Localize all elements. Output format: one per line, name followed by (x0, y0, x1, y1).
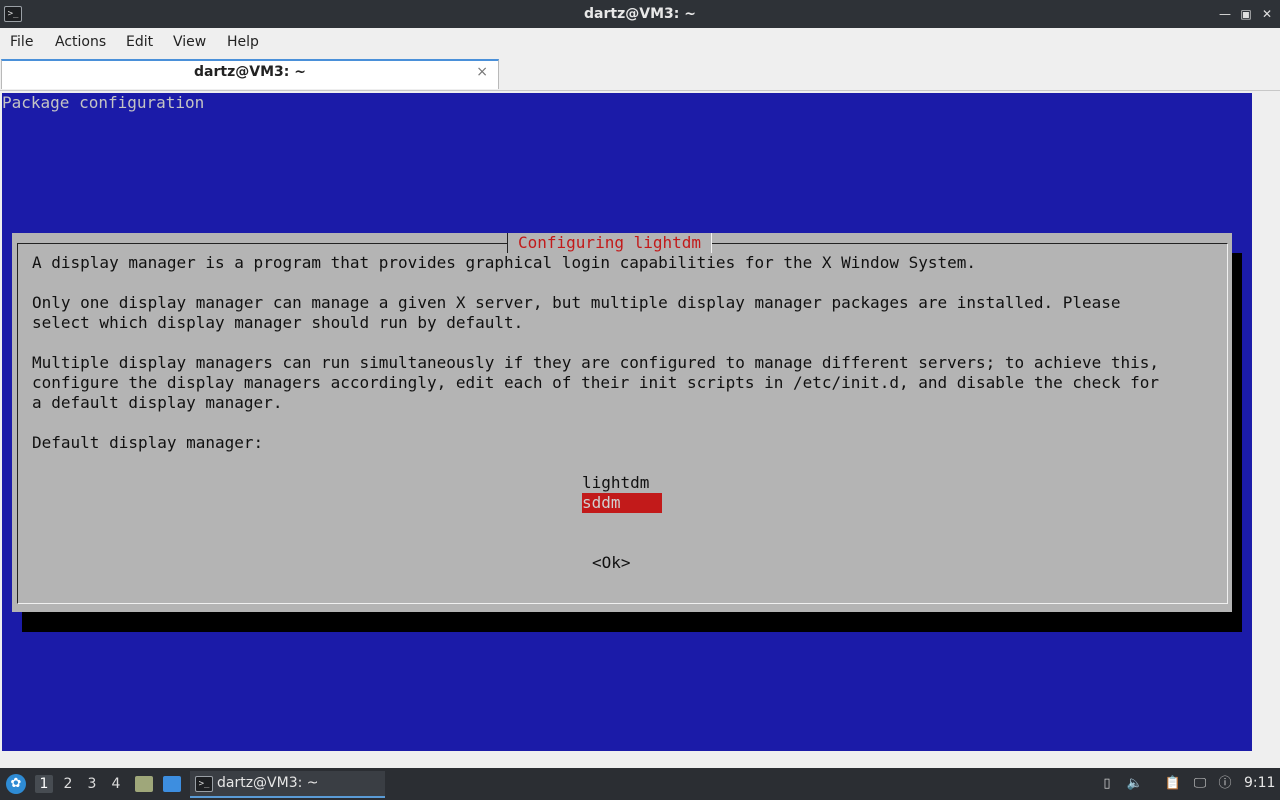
dialog-text-line: A display manager is a program that prov… (32, 253, 977, 272)
tab-label: dartz@VM3: ~ (194, 64, 306, 80)
maximize-button[interactable]: ▣ (1237, 5, 1255, 23)
network-icon[interactable]: 🖵 (1191, 775, 1209, 793)
tab-close-icon[interactable]: × (476, 64, 488, 80)
option-sddm-selected[interactable]: sddm (582, 493, 662, 513)
file-manager-icon[interactable] (135, 776, 153, 792)
workspace-1[interactable]: 1 (35, 775, 53, 793)
menu-help[interactable]: Help (227, 28, 259, 57)
dialog-text-line: Multiple display managers can run simult… (32, 353, 1160, 372)
menu-edit[interactable]: Edit (126, 28, 153, 57)
dialog-text-line: configure the display managers according… (32, 373, 1160, 392)
tab-bar: dartz@VM3: ~ × (0, 57, 1280, 91)
menu-file[interactable]: File (10, 28, 33, 57)
clipboard-icon[interactable]: 📋 (1164, 775, 1182, 793)
workspace-3[interactable]: 3 (83, 775, 101, 793)
menu-view[interactable]: View (173, 28, 206, 57)
tab-terminal[interactable]: dartz@VM3: ~ × (1, 59, 499, 89)
window-title: dartz@VM3: ~ (584, 6, 696, 22)
package-config-header: Package configuration (2, 93, 205, 112)
minimize-button[interactable]: — (1216, 5, 1234, 23)
config-dialog: Configuring lightdm A display manager is… (12, 233, 1232, 612)
start-menu-icon[interactable]: ✿ (6, 774, 26, 794)
default-dm-label: Default display manager: (32, 433, 264, 452)
terminal-scrollbar[interactable] (1252, 93, 1278, 751)
option-lightdm[interactable]: lightdm (582, 473, 662, 493)
taskbar: ✿ 1 2 3 4 >_ dartz@VM3: ~ ▯ 🔈 📋 🖵 ⓘ 9:11 (0, 768, 1280, 800)
task-label: dartz@VM3: ~ (217, 775, 319, 791)
ok-button[interactable]: <Ok> (592, 553, 631, 573)
workspace-4[interactable]: 4 (107, 775, 125, 793)
taskbar-task-terminal[interactable]: >_ dartz@VM3: ~ (190, 771, 385, 798)
removable-media-icon[interactable]: ▯ (1098, 775, 1116, 793)
terminal-icon: >_ (195, 776, 213, 792)
close-window-button[interactable]: ✕ (1258, 5, 1276, 23)
terminal-screen[interactable]: Package configuration Configuring lightd… (2, 93, 1252, 751)
terminal-area: Package configuration Configuring lightd… (0, 91, 1280, 768)
dialog-title: Configuring lightdm (507, 233, 713, 253)
menu-actions[interactable]: Actions (55, 28, 106, 57)
window-titlebar: >_ dartz@VM3: ~ — ▣ ✕ (0, 0, 1280, 28)
notification-icon[interactable]: ⓘ (1216, 775, 1234, 793)
volume-icon[interactable]: 🔈 (1126, 775, 1144, 793)
workspace-2[interactable]: 2 (59, 775, 77, 793)
menu-bar: File Actions Edit View Help (0, 28, 1280, 57)
show-desktop-icon[interactable] (163, 776, 181, 792)
dialog-text-line: a default display manager. (32, 393, 283, 412)
dialog-text-line: Only one display manager can manage a gi… (32, 293, 1121, 312)
clock: 9:11 (1244, 775, 1276, 791)
dialog-text-line: select which display manager should run … (32, 313, 524, 332)
